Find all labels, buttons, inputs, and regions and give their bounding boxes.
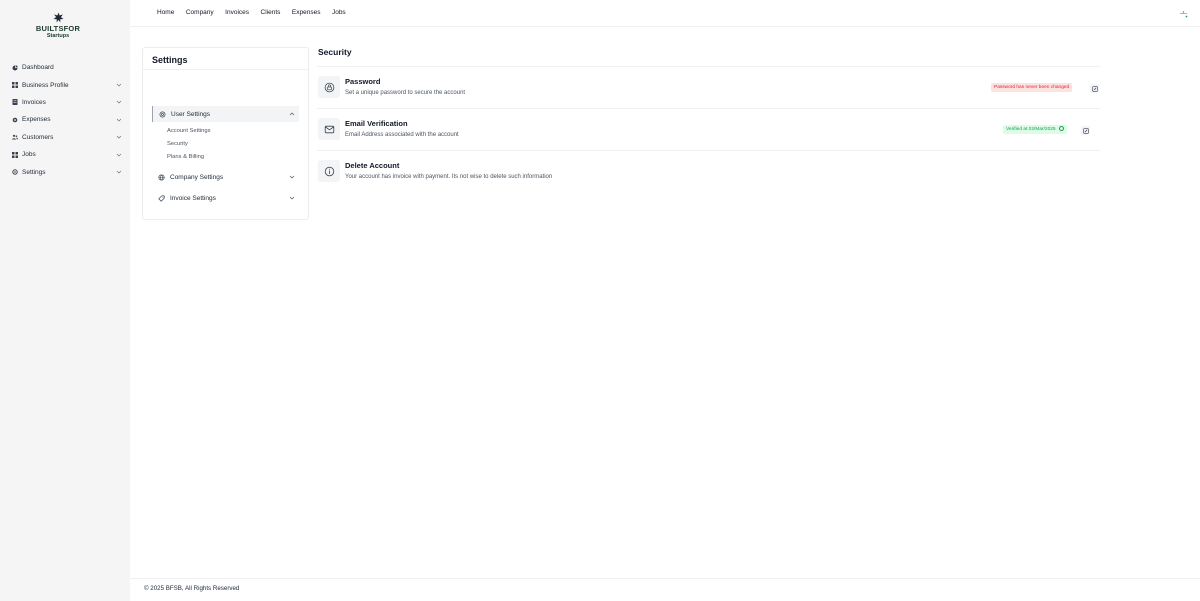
row-title: Password xyxy=(345,77,381,86)
sidebar-item-label: Customers xyxy=(22,133,54,141)
chevron-down-icon xyxy=(116,83,122,87)
brand-tagline: Startups xyxy=(46,33,70,39)
sidebar-item-business-profile[interactable]: Business Profile xyxy=(12,76,122,93)
sidebar-item-label: Settings xyxy=(22,168,46,176)
chevron-down-icon xyxy=(289,175,295,179)
sidebar-item-dashboard[interactable]: Dashboard xyxy=(12,59,122,76)
sidebar-item-invoices[interactable]: Invoices xyxy=(12,94,122,111)
users-icon xyxy=(12,134,18,140)
chevron-down-icon xyxy=(289,196,295,200)
tag-icon xyxy=(158,194,165,202)
sidebar-nav: Dashboard Business Profile Invoices Expe… xyxy=(12,59,122,181)
logo-mark-icon xyxy=(52,12,64,23)
gear-icon xyxy=(12,117,18,123)
edit-icon xyxy=(1082,127,1089,134)
gear-icon xyxy=(159,111,166,118)
security-row-delete-account: Delete Account Your account has invoice … xyxy=(317,150,1100,192)
security-row-email-verification: Email Verification Email Address associa… xyxy=(317,108,1100,150)
sidebar-item-settings[interactable]: Settings xyxy=(12,163,122,180)
settings-group-label: User Settings xyxy=(171,110,211,118)
settings-subitem-security[interactable]: Security xyxy=(167,141,188,147)
topnav-home[interactable]: Home xyxy=(157,9,174,16)
chevron-up-icon xyxy=(289,112,295,116)
user-avatar-icon[interactable] xyxy=(1179,9,1188,18)
row-description: Your account has invoice with payment. I… xyxy=(345,174,553,180)
settings-panel: Settings User Settings Account Settings … xyxy=(142,47,309,220)
sidebar-item-expenses[interactable]: Expenses xyxy=(12,111,122,128)
top-navbar: Home Company Invoices Clients Expenses J… xyxy=(130,0,1200,27)
sidebar-item-jobs[interactable]: Jobs xyxy=(12,146,122,163)
copyright-text: © 2025 BFSB, All Rights Reserved xyxy=(144,585,240,592)
lock-icon xyxy=(318,76,340,98)
topnav-invoices[interactable]: Invoices xyxy=(225,9,249,16)
status-badge: Password has never been changed xyxy=(991,83,1073,92)
row-description: Email Address associated with the accoun… xyxy=(345,132,459,138)
top-nav: Home Company Invoices Clients Expenses J… xyxy=(157,9,357,16)
sidebar-item-label: Expenses xyxy=(22,116,51,124)
divider xyxy=(143,69,308,70)
info-icon xyxy=(318,160,340,182)
sidebar-item-label: Business Profile xyxy=(22,81,69,89)
topnav-jobs[interactable]: Jobs xyxy=(332,9,346,16)
globe-icon xyxy=(158,173,165,181)
check-circle-icon xyxy=(1058,126,1064,132)
section-title: Security xyxy=(318,47,352,57)
settings-group-company-settings[interactable]: Company Settings xyxy=(152,169,299,185)
settings-group-label: Invoice Settings xyxy=(170,194,216,202)
document-icon xyxy=(12,99,18,106)
edit-icon xyxy=(1091,85,1098,92)
edit-email-button[interactable] xyxy=(1081,126,1090,135)
settings-group-user-settings[interactable]: User Settings xyxy=(152,106,299,122)
settings-group-label: Company Settings xyxy=(170,173,224,181)
settings-title: Settings xyxy=(152,55,188,65)
brand-logo[interactable]: BUILTSFOR Startups xyxy=(0,12,116,40)
gear-icon xyxy=(12,169,18,175)
status-badge: Verified at 02/Mar/2025 xyxy=(1003,125,1067,134)
brand-name: BUILTSFOR xyxy=(35,24,81,33)
settings-subitem-account-settings[interactable]: Account Settings xyxy=(167,128,211,134)
row-title: Email Verification xyxy=(345,119,408,128)
sidebar-item-label: Dashboard xyxy=(22,64,54,72)
sidebar-item-customers[interactable]: Customers xyxy=(12,129,122,146)
settings-group-invoice-settings[interactable]: Invoice Settings xyxy=(152,190,299,206)
security-row-password: Password Set a unique password to secure… xyxy=(317,66,1100,108)
topnav-company[interactable]: Company xyxy=(186,9,214,16)
status-badge-label: Verified at 02/Mar/2025 xyxy=(1006,127,1056,132)
edit-password-button[interactable] xyxy=(1090,84,1099,93)
chevron-down-icon xyxy=(116,170,122,174)
chevron-down-icon xyxy=(116,101,122,104)
chevron-down-icon xyxy=(116,153,122,157)
row-title: Delete Account xyxy=(345,161,400,170)
grid-icon xyxy=(12,82,18,89)
dashboard-icon xyxy=(12,64,18,71)
sidebar-item-label: Invoices xyxy=(22,98,46,106)
mail-icon xyxy=(318,118,340,140)
settings-subitem-plans-billing[interactable]: Plans & Billing xyxy=(167,154,204,160)
sidebar: BUILTSFOR Startups Dashboard Business Pr… xyxy=(0,0,130,601)
footer: © 2025 BFSB, All Rights Reserved xyxy=(130,578,1200,601)
row-description: Set a unique password to secure the acco… xyxy=(345,90,466,96)
topnav-clients[interactable]: Clients xyxy=(261,9,281,16)
chevron-down-icon xyxy=(116,118,122,122)
grid-icon xyxy=(12,151,18,158)
chevron-down-icon xyxy=(116,136,122,139)
sidebar-item-label: Jobs xyxy=(22,151,36,159)
topnav-expenses[interactable]: Expenses xyxy=(292,9,321,16)
